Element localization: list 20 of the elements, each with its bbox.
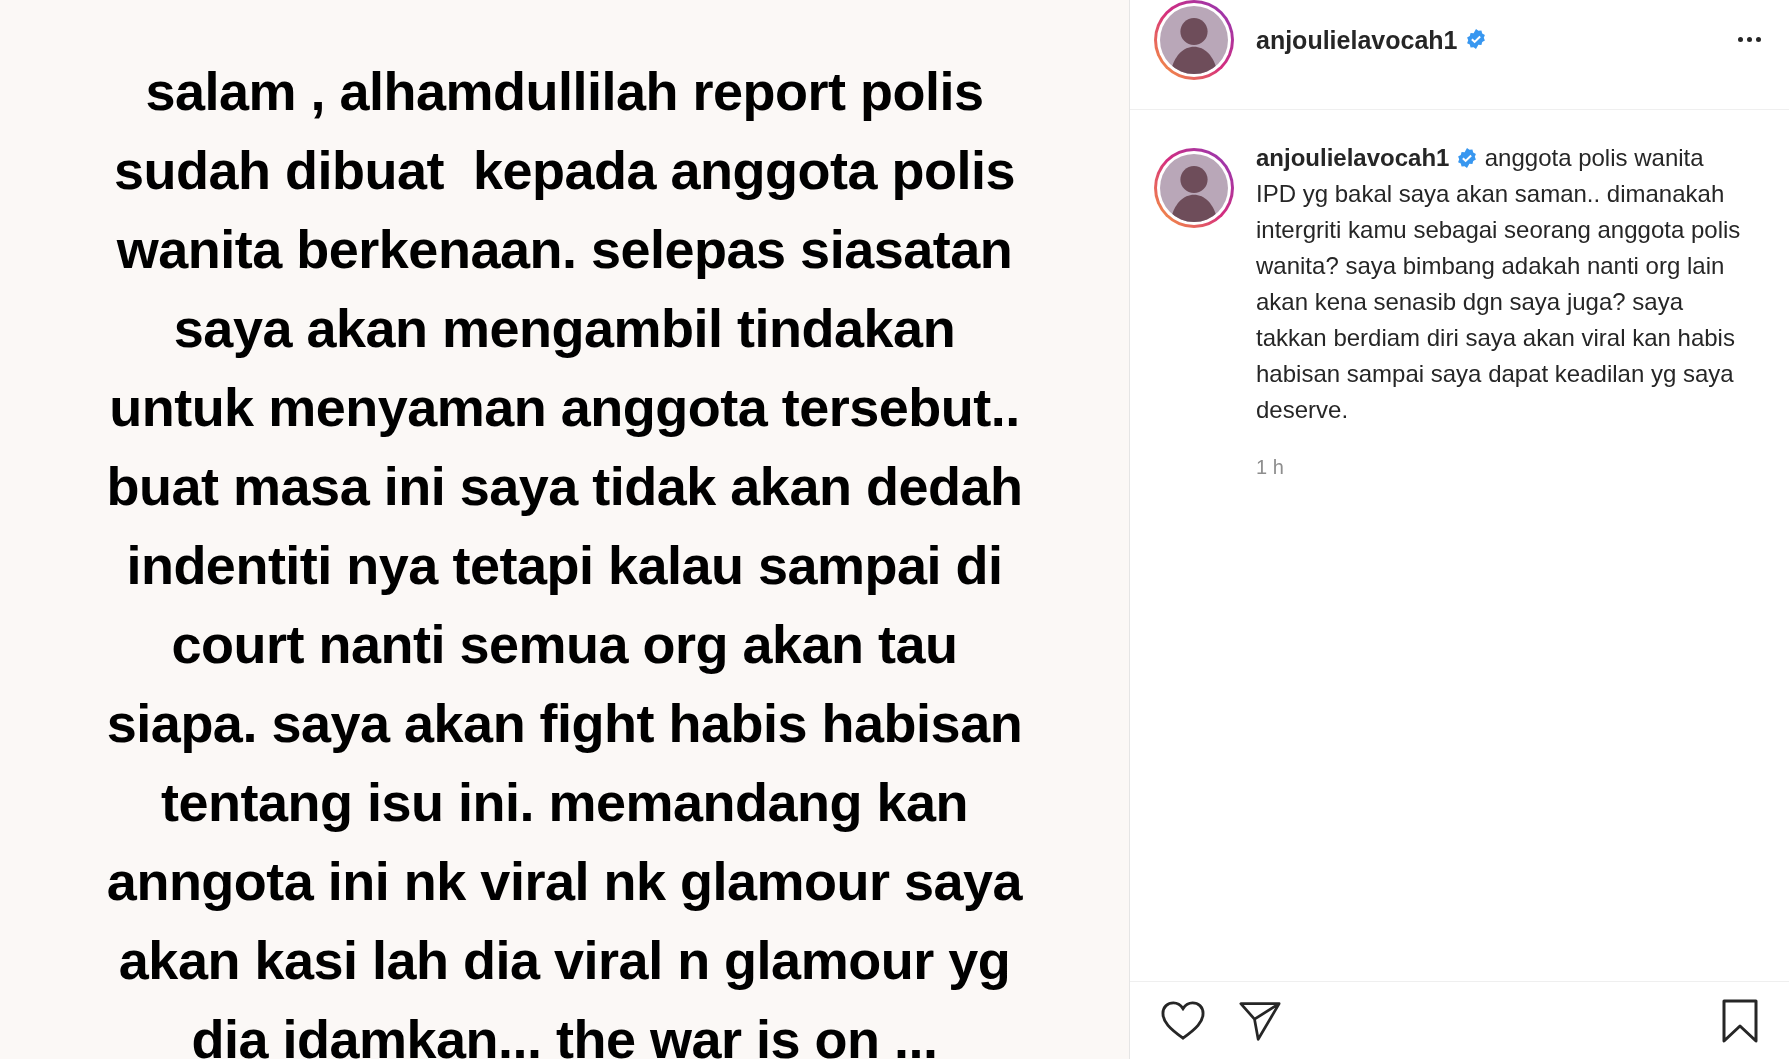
- caption-username[interactable]: anjoulielavocah1: [1256, 144, 1450, 171]
- image-text-line: untuk menyaman anggota tersebut..: [109, 376, 1020, 439]
- save-button[interactable]: [1721, 997, 1759, 1044]
- image-text-line: dia idamkan... the war is on ...: [191, 1008, 938, 1059]
- image-text-line: indentiti nya tetapi kalau sampai di: [126, 534, 1003, 597]
- image-text-line: siapa. saya akan fight habis habisan: [106, 692, 1023, 755]
- image-text-line: salam , alhamdullilah report polis: [145, 60, 984, 123]
- share-button[interactable]: [1238, 999, 1282, 1042]
- image-text-line: wanita berkenaan. selepas siasatan: [116, 218, 1013, 281]
- image-text-line: saya akan mengambil tindakan: [173, 297, 956, 360]
- post-time: 1 h: [1256, 455, 1284, 480]
- image-text-line: akan kasi lah dia viral n glamour yg: [118, 929, 1011, 992]
- like-button[interactable]: [1160, 999, 1206, 1042]
- image-text-line: anngota ini nk viral nk glamour saya: [106, 850, 1023, 913]
- image-text-line: tentang isu ini. memandang kan: [160, 771, 969, 834]
- image-text-line: court nanti semua org akan tau: [171, 613, 958, 676]
- image-text-line: sudah dibuat kepada anggota polis: [113, 139, 1016, 202]
- image-text-line: buat masa ini saya tidak akan dedah: [106, 455, 1023, 518]
- caption-text: anjoulielavocah1 anggota polis wanita IPD yg bakal saya akan saman.. dimanakah intergriti kamu sebagai seorang anggota polis wanita? saya bimbang adakah nanti org lain akan kena senasib dgn saya juga? saya takkan berdiam diri saya akan viral kan habis habisan sampai saya dapat keadilan yg saya deserve.: [1256, 143, 1742, 425]
- username[interactable]: anjoulielavocah1: [1256, 22, 1458, 60]
